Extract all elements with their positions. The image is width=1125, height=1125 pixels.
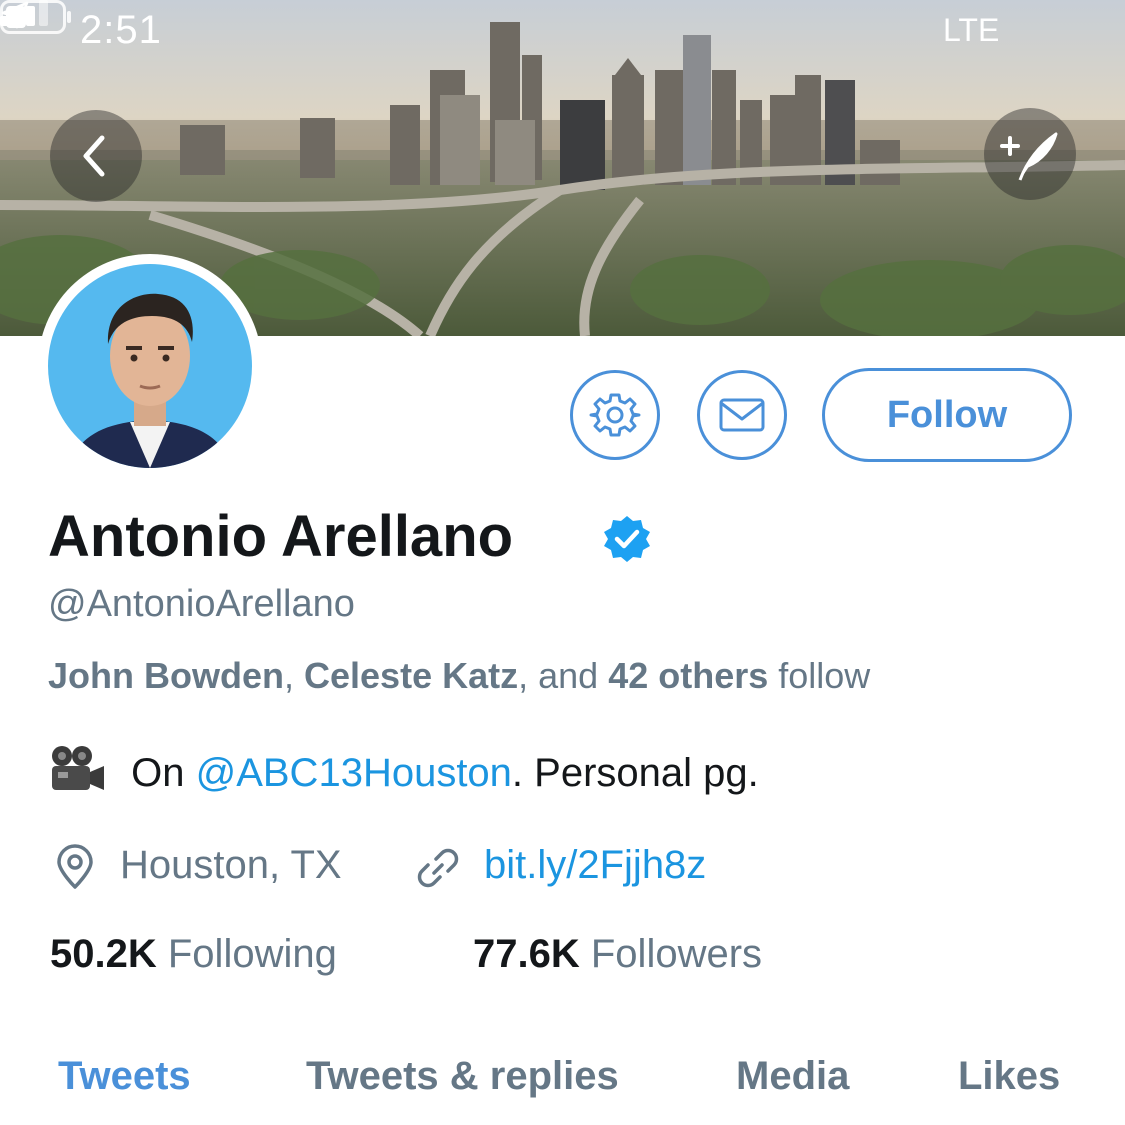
tab-likes[interactable]: Likes <box>958 1054 1060 1099</box>
follow-button[interactable]: Follow <box>822 368 1072 462</box>
status-time: 2:51 <box>80 8 162 52</box>
settings-button[interactable] <box>570 370 660 460</box>
verified-badge-icon <box>604 516 650 562</box>
following-label: Following <box>167 932 337 976</box>
tab-media[interactable]: Media <box>736 1054 849 1099</box>
direct-message-button[interactable] <box>697 370 787 460</box>
following-stat[interactable]: 50.2K Following <box>50 932 337 977</box>
avatar-photo <box>48 264 252 468</box>
profile-bio: On @ABC13Houston. Personal pg. <box>48 744 759 796</box>
others-count[interactable]: 42 others <box>608 655 768 696</box>
follower-name[interactable]: Celeste Katz <box>304 655 518 696</box>
profile-website-link[interactable]: bit.ly/2Fjjh8z <box>484 843 706 888</box>
gear-icon <box>589 393 641 437</box>
followers-count: 77.6K <box>473 932 580 976</box>
avatar[interactable] <box>38 254 262 478</box>
location-pin-icon <box>57 844 93 889</box>
profile-name: Antonio Arellano <box>48 504 514 569</box>
profile-handle: @AntonioArellano <box>48 583 355 625</box>
tab-tweets-and-replies[interactable]: Tweets & replies <box>306 1054 619 1099</box>
back-button[interactable] <box>50 110 142 202</box>
followers-stat[interactable]: 77.6K Followers <box>473 932 762 977</box>
chevron-left-icon <box>83 135 105 177</box>
followers-label: Followers <box>590 932 763 976</box>
compose-tweet-icon <box>1000 132 1058 181</box>
following-count: 50.2K <box>50 932 157 976</box>
bio-mention-link[interactable]: @ABC13Houston <box>196 751 512 795</box>
status-network: LTE <box>943 12 1000 48</box>
movie-camera-icon <box>52 746 104 790</box>
followed-by-text[interactable]: John Bowden, Celeste Katz, and 42 others… <box>48 655 870 697</box>
link-icon <box>417 848 459 888</box>
follower-name[interactable]: John Bowden <box>48 655 284 696</box>
compose-tweet-button[interactable] <box>984 108 1076 200</box>
profile-location: Houston, TX <box>120 843 342 887</box>
tab-tweets[interactable]: Tweets <box>58 1054 191 1099</box>
person-portrait-icon <box>68 293 232 468</box>
battery-icon <box>0 0 71 34</box>
envelope-icon <box>719 398 765 432</box>
